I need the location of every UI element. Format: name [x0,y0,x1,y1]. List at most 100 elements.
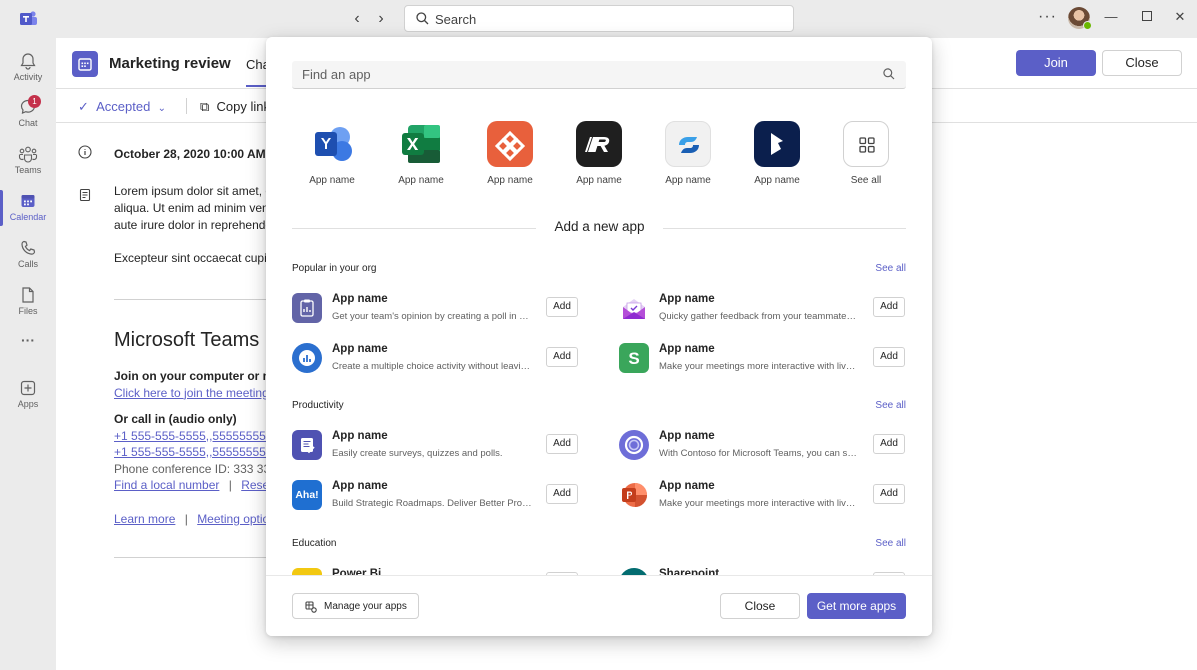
quick-app-label: See all [850,175,882,186]
app-row[interactable]: App name Create a multiple choice activi… [292,343,580,377]
join-button[interactable]: Join [1016,50,1096,76]
accepted-dropdown[interactable]: ✓ Accepted ⌄ [78,99,166,115]
conference-id: Phone conference ID: 333 333 333# [114,461,266,476]
add-app-button[interactable]: Add [873,297,905,317]
quick-app-yammer[interactable]: App name [297,121,367,186]
rail-item-files[interactable]: Files [0,280,56,326]
section-divider [114,299,266,300]
ring-icon [619,430,649,460]
app-row[interactable]: App name Make your meetings more interac… [619,480,907,514]
add-app-button[interactable]: Add [546,297,578,317]
app-row[interactable]: Aha! App name Build Strategic Roadmaps. … [292,480,580,514]
close-window-icon[interactable]: ✕ [1172,9,1188,25]
forms-icon [292,430,322,460]
get-more-apps-button[interactable]: Get more apps [807,593,906,619]
see-all-education-link[interactable]: See all [875,538,906,549]
app-name: App name [659,430,715,442]
callin-heading: Or call in (audio only) [114,412,237,426]
quick-app-dynamics[interactable]: App name [742,121,812,186]
rail-label: Apps [17,399,39,409]
quick-app-dark[interactable]: App name [564,121,634,186]
grid-icon [843,121,889,167]
quick-app-blue[interactable]: App name [653,121,723,186]
copy-link-button[interactable]: ⧉ Copy link [200,99,270,115]
manage-apps-icon [305,601,317,613]
link-separator: | [228,478,232,492]
join-heading: Join on your computer or mobile app [114,369,266,383]
rail-label: Chat [18,118,38,128]
teams-logo-icon [20,11,37,25]
add-app-button[interactable]: Add [873,434,905,454]
manage-apps-button[interactable]: Manage your apps [292,593,419,619]
minimize-icon[interactable]: — [1103,9,1119,25]
s-icon: S [619,343,649,373]
add-app-button[interactable]: Add [546,484,578,504]
aha-icon: Aha! [292,480,322,510]
copy-link-label: Copy link [216,99,270,114]
check-icon: ✓ [78,99,89,114]
close-button[interactable]: Close [720,593,800,619]
see-all-apps-button[interactable]: See all [831,121,901,186]
forward-icon[interactable]: › [372,10,390,28]
rail-item-chat[interactable]: Chat 1 [0,92,56,138]
quick-app-label: App name [576,175,622,186]
see-all-productivity-link[interactable]: See all [875,400,906,411]
excel-icon [398,121,444,167]
back-icon[interactable]: ‹ [348,10,366,28]
app-name: App name [332,293,388,305]
app-row[interactable]: S App name Make your meetings more inter… [619,343,907,377]
teams-icon [18,146,38,163]
app-row[interactable]: App name Easily create surveys, quizzes … [292,430,580,464]
join-meeting-link[interactable]: Click here to join the meeting [114,385,266,402]
app-name: App name [332,480,388,492]
join-info: Join on your computer or mobile app Clic… [114,368,266,527]
app-dark-icon [576,121,622,167]
see-all-popular-link[interactable]: See all [875,263,906,274]
rail-item-activity[interactable]: Activity [0,46,56,92]
options-row: Learn more | Meeting options [114,511,266,528]
add-app-button[interactable]: Add [873,347,905,367]
close-meeting-button[interactable]: Close [1102,50,1182,76]
section-divider [114,557,266,558]
quick-app-label: App name [398,175,444,186]
find-local-number-link[interactable]: Find a local number [114,478,219,492]
clock-info-icon [78,145,92,159]
find-app-input[interactable] [292,61,906,89]
manage-apps-label: Manage your apps [324,601,407,612]
add-app-button[interactable]: Add [546,434,578,454]
rail-item-apps[interactable]: Apps [0,373,56,419]
rail-item-calls[interactable]: Calls [0,233,56,279]
app-blue-icon [665,121,711,167]
description-line: Excepteur sint occaecat cupidatat non pr… [114,251,266,265]
app-row[interactable]: App name Quicky gather feedback from you… [619,293,907,327]
add-app-button[interactable]: Add [873,484,905,504]
phone-link-2[interactable]: +1 555-555-5555,,555555555# United State… [114,444,266,461]
meeting-calendar-icon [72,51,98,77]
add-app-button[interactable]: Add [546,347,578,367]
rail-item-teams[interactable]: Teams [0,139,56,185]
phone-icon [21,240,36,255]
quick-app-excel[interactable]: App name [386,121,456,186]
app-row[interactable]: App name Get your team's opinion by crea… [292,293,580,327]
rail-more-icon[interactable]: ··· [0,332,56,356]
yammer-icon [309,121,355,167]
presence-available-icon [1083,21,1092,30]
reset-pin-link[interactable]: Reset PIN [241,478,266,492]
rail-item-calendar[interactable]: Calendar [0,186,56,232]
link-icon: ⧉ [200,99,210,114]
search-box[interactable]: Search [404,5,794,32]
more-options-icon[interactable]: ··· [1038,8,1057,26]
phone-link-1[interactable]: +1 555-555-5555,,555555555# United State… [114,428,266,445]
link-separator: | [184,511,188,526]
app-row[interactable]: App name With Contoso for Microsoft Team… [619,430,907,464]
learn-more-link[interactable]: Learn more [114,512,175,526]
maximize-icon[interactable] [1139,9,1155,25]
rail-label: Files [18,306,38,316]
description-line: Lorem ipsum dolor sit amet, consectetur … [114,184,266,198]
app-name: App name [332,343,388,355]
quick-app-orange[interactable]: App name [475,121,545,186]
meeting-options-link[interactable]: Meeting options [197,512,266,526]
accepted-label: Accepted [96,99,151,114]
add-new-app-heading: Add a new app [554,219,645,234]
toolbar-divider [186,98,187,114]
